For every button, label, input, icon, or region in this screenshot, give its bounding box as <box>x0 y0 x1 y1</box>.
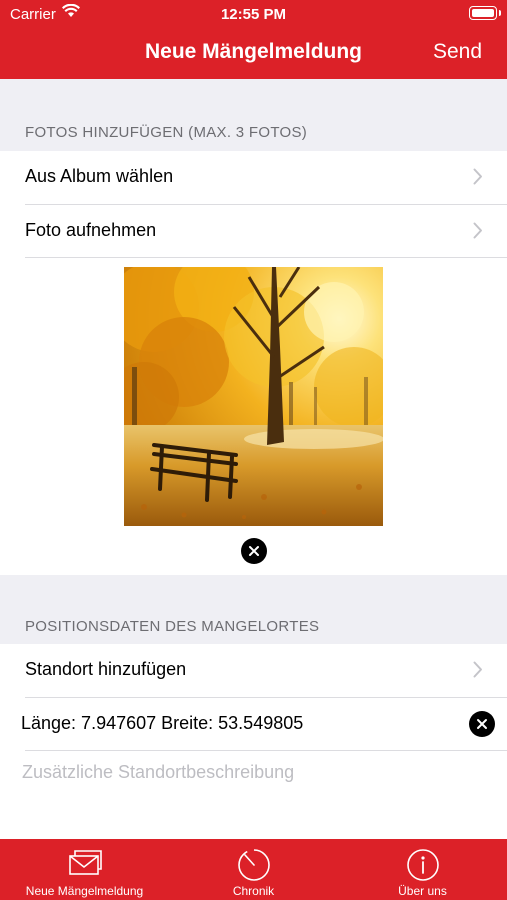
battery-icon <box>469 6 501 20</box>
status-bar: Carrier 12:55 PM <box>0 0 507 30</box>
photos-section-header: FOTOS HINZUFÜGEN (MAX. 3 FOTOS) <box>25 124 308 141</box>
add-location-row[interactable]: Standort hinzufügen <box>0 644 507 697</box>
info-icon <box>406 849 439 881</box>
tab-label: Über uns <box>398 884 447 898</box>
coordinates-label: Länge: 7.947607 Breite: 53.549805 <box>21 713 304 733</box>
location-section-header: POSITIONSDATEN DES MANGELORTES <box>25 618 320 635</box>
divider <box>25 257 507 258</box>
tab-new-report[interactable]: Neue Mängelmeldung <box>0 839 169 900</box>
tab-bar: Neue Mängelmeldung Chronik Über uns <box>0 839 507 900</box>
tab-label: Neue Mängelmeldung <box>25 884 144 898</box>
navigation-header: Carrier 12:55 PM Neue Mängelmeldung Send <box>0 0 507 79</box>
take-photo-label: Foto aufnehmen <box>25 220 157 240</box>
chevron-right-icon <box>473 168 482 185</box>
location-description-placeholder: Zusätzliche Standortbeschreibung <box>22 762 295 782</box>
timer-icon <box>237 848 270 881</box>
location-description-field[interactable]: Zusätzliche Standortbeschreibung <box>0 751 507 804</box>
coordinates-row: Länge: 7.947607 Breite: 53.549805 <box>0 698 507 751</box>
location-group: Standort hinzufügen Länge: 7.947607 Brei… <box>0 644 507 839</box>
tab-history[interactable]: Chronik <box>169 839 338 900</box>
clear-coordinates-button[interactable] <box>469 711 495 737</box>
chevron-right-icon <box>473 661 482 678</box>
remove-photo-button[interactable] <box>241 538 267 564</box>
autumn-park-image <box>124 267 383 526</box>
close-icon <box>249 546 259 556</box>
photo-thumbnail[interactable] <box>124 267 383 526</box>
take-photo-row[interactable]: Foto aufnehmen <box>0 205 507 258</box>
choose-from-album-label: Aus Album wählen <box>25 166 174 186</box>
page-title: Neue Mängelmeldung <box>144 40 363 63</box>
chevron-right-icon <box>473 222 482 239</box>
tab-about-us[interactable]: Über uns <box>338 839 507 900</box>
choose-from-album-row[interactable]: Aus Album wählen <box>0 151 507 204</box>
close-icon <box>477 719 487 729</box>
envelope-icon <box>68 850 102 875</box>
tab-label: Chronik <box>232 884 275 898</box>
add-location-label: Standort hinzufügen <box>25 659 187 679</box>
send-button[interactable]: Send <box>433 40 482 64</box>
clock: 12:55 PM <box>220 6 287 23</box>
